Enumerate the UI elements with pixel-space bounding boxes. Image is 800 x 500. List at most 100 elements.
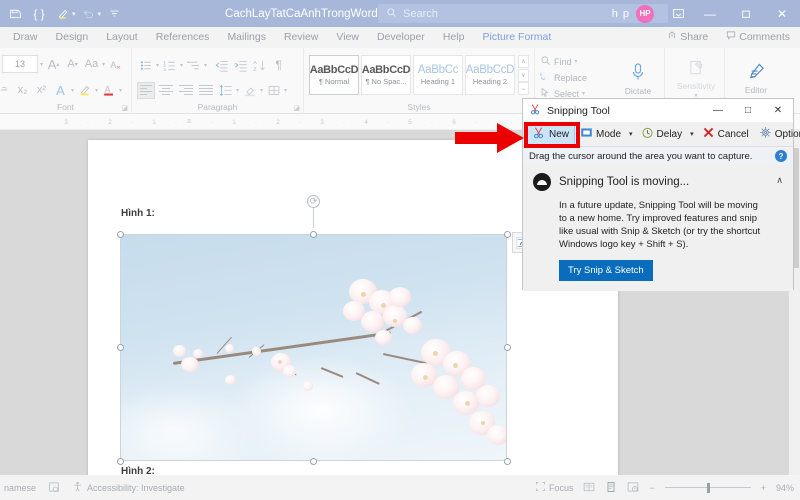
- maximize-button[interactable]: [728, 0, 764, 27]
- resize-handle-br[interactable]: [504, 458, 511, 465]
- numbering-caret-icon[interactable]: ▾: [180, 62, 183, 69]
- tab-design[interactable]: Design: [47, 27, 98, 48]
- tab-references[interactable]: References: [147, 27, 219, 48]
- find-button[interactable]: Find ▾: [540, 54, 602, 69]
- zoom-slider-knob[interactable]: [706, 482, 710, 493]
- undo-caret-icon[interactable]: ▾: [98, 10, 102, 18]
- change-case-icon[interactable]: Aa: [83, 53, 100, 75]
- resize-handle-ml[interactable]: [117, 344, 124, 351]
- avatar[interactable]: HP: [636, 4, 654, 23]
- shrink-font-icon[interactable]: A ▾: [64, 53, 81, 75]
- shading-caret-icon[interactable]: ▾: [260, 87, 263, 94]
- delay-caret-icon[interactable]: ▾: [687, 130, 697, 138]
- style-normal[interactable]: AaBbCcD ¶ Normal: [309, 55, 359, 95]
- multilevel-list-icon[interactable]: [185, 54, 202, 76]
- style-heading-1[interactable]: AaBbCc Heading 1: [413, 55, 463, 95]
- snip-close-button[interactable]: ✕: [763, 99, 793, 122]
- highlight-caret-icon[interactable]: ▾: [95, 87, 98, 94]
- snipping-tool-title-bar[interactable]: Snipping Tool — □ ✕: [523, 99, 793, 122]
- bullets-caret-icon[interactable]: ▾: [156, 62, 159, 69]
- sensitivity-button[interactable]: Sensitivity ▾: [670, 51, 722, 103]
- borders-icon[interactable]: [265, 79, 282, 101]
- focus-button[interactable]: Focus: [535, 481, 573, 494]
- resize-handle-tl[interactable]: [117, 231, 124, 238]
- line-spacing-icon[interactable]: [217, 79, 234, 101]
- style-no-spacing[interactable]: AaBbCcD ¶ No Spac...: [361, 55, 411, 95]
- tab-layout[interactable]: Layout: [97, 27, 147, 48]
- mode-button[interactable]: Mode: [575, 124, 626, 144]
- share-button[interactable]: Share: [661, 29, 714, 44]
- align-center-icon[interactable]: [157, 82, 175, 99]
- find-caret-icon[interactable]: ▾: [575, 58, 578, 65]
- delay-button[interactable]: Delay: [636, 124, 688, 144]
- resize-handle-mr[interactable]: [504, 344, 511, 351]
- mode-caret-icon[interactable]: ▾: [626, 130, 636, 138]
- font-size-caret-icon[interactable]: ▾: [40, 61, 43, 68]
- help-question-icon[interactable]: ?: [775, 150, 787, 162]
- options-button[interactable]: Options: [754, 124, 800, 144]
- sort-icon[interactable]: AZ: [251, 54, 268, 76]
- tab-picture-format[interactable]: Picture Format: [473, 27, 560, 48]
- resize-handle-tc[interactable]: [310, 231, 317, 238]
- save-icon[interactable]: [4, 3, 26, 24]
- try-snip-and-sketch-button[interactable]: Try Snip & Sketch: [559, 260, 653, 281]
- resize-handle-bl[interactable]: [117, 458, 124, 465]
- read-mode-icon[interactable]: [583, 481, 595, 495]
- bullets-icon[interactable]: [137, 54, 154, 76]
- replace-button[interactable]: bc Replace: [540, 70, 602, 85]
- grow-font-icon[interactable]: A ▴: [45, 53, 62, 75]
- resize-handle-bc[interactable]: [310, 458, 317, 465]
- paragraph-dialog-launcher[interactable]: ◪: [293, 104, 300, 112]
- tab-draw[interactable]: Draw: [4, 27, 47, 48]
- cancel-button[interactable]: Cancel: [697, 124, 754, 144]
- highlighter-caret-icon[interactable]: ▾: [72, 10, 76, 18]
- increase-indent-icon[interactable]: [232, 54, 249, 76]
- tab-mailings[interactable]: Mailings: [218, 27, 275, 48]
- clear-formatting-icon[interactable]: A: [107, 53, 124, 75]
- zoom-level-label[interactable]: 94%: [776, 483, 794, 493]
- text-effects-caret-icon[interactable]: ▾: [71, 87, 74, 94]
- subscript-icon[interactable]: x₂: [14, 79, 31, 101]
- borders-caret-icon[interactable]: ▾: [284, 87, 287, 94]
- ribbon-display-icon[interactable]: [664, 0, 692, 27]
- font-size-input[interactable]: 13: [2, 55, 39, 73]
- tab-review[interactable]: Review: [275, 27, 327, 48]
- minimize-button[interactable]: —: [692, 0, 728, 27]
- line-spacing-caret-icon[interactable]: ▾: [236, 87, 239, 94]
- customize-quick-access-icon[interactable]: [103, 3, 125, 24]
- numbering-icon[interactable]: 123: [161, 54, 178, 76]
- decrease-indent-icon[interactable]: [213, 54, 230, 76]
- styles-scroll-down-icon[interactable]: ∨: [518, 68, 529, 82]
- proofing-icon[interactable]: [48, 481, 60, 495]
- dictate-button[interactable]: Dictate: [612, 51, 664, 103]
- highlighter-icon[interactable]: [52, 3, 74, 24]
- zoom-slider[interactable]: [664, 482, 751, 493]
- editor-button[interactable]: Editor: [730, 51, 782, 103]
- tab-help[interactable]: Help: [434, 27, 474, 48]
- superscript-icon[interactable]: x²: [33, 79, 50, 101]
- highlight-icon[interactable]: [76, 79, 93, 101]
- font-dialog-launcher[interactable]: ◪: [121, 104, 128, 112]
- braces-icon[interactable]: { }: [28, 3, 50, 24]
- justify-icon[interactable]: [197, 82, 215, 99]
- snip-minimize-button[interactable]: —: [703, 99, 733, 122]
- styles-more-icon[interactable]: ⌄: [518, 82, 529, 95]
- zoom-out-button[interactable]: −: [649, 483, 654, 493]
- select-caret-icon[interactable]: ▾: [582, 90, 585, 97]
- font-color-caret-icon[interactable]: ▾: [119, 87, 122, 94]
- show-formatting-marks-icon[interactable]: ¶: [270, 54, 287, 76]
- comments-button[interactable]: Comments: [720, 29, 796, 44]
- font-color-icon[interactable]: A: [100, 79, 117, 101]
- align-right-icon[interactable]: [177, 82, 195, 99]
- align-left-icon[interactable]: [137, 81, 155, 99]
- accessibility-status[interactable]: Accessibility: Investigate: [72, 481, 185, 494]
- strikethrough-icon[interactable]: [0, 79, 12, 101]
- undo-icon[interactable]: [78, 3, 100, 24]
- indent-marker[interactable]: ⧖: [187, 118, 201, 126]
- language-label[interactable]: namese: [4, 483, 36, 493]
- styles-scroll-up-icon[interactable]: ∧: [518, 55, 529, 68]
- change-case-caret-icon[interactable]: ▾: [102, 61, 105, 68]
- zoom-in-button[interactable]: +: [761, 483, 766, 493]
- tab-view[interactable]: View: [327, 27, 368, 48]
- shading-icon[interactable]: [241, 79, 258, 101]
